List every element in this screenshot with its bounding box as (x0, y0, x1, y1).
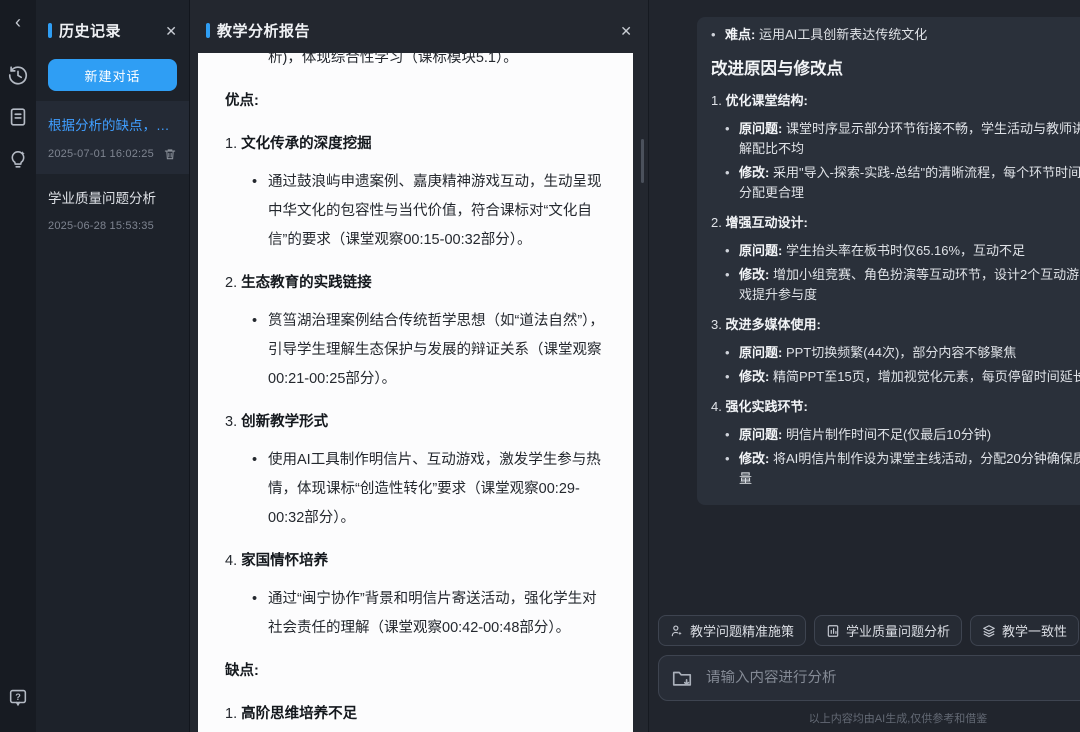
doc-chart-icon (826, 624, 840, 638)
doc-section-title: 1. 文化传承的深度挖掘 (225, 130, 609, 159)
history-item-title: 学业质量问题分析 (48, 187, 177, 207)
history-item-date: 2025-06-28 15:53:35 (48, 220, 154, 232)
new-chat-button[interactable]: 新建对话 (48, 59, 177, 91)
doc-cons-heading: 缺点: (225, 657, 609, 686)
message-bullet: •原问题: 课堂时序显示部分环节衔接不畅，学生活动与教师讲解配比不均 (725, 119, 1080, 159)
report-title: 教学分析报告 (217, 20, 310, 41)
history-item-title: 根据分析的缺点，… (48, 114, 177, 134)
doc-clipped-line: 析)，体现综合性学习（课标模块5.1）。 (225, 53, 609, 73)
upload-folder-icon[interactable] (671, 667, 693, 689)
message-point-title: 3. 改进多媒体使用: (711, 315, 1080, 335)
ai-message-bubble: • 难点: 运用AI工具创新表达传统文化 改进原因与修改点 1. 优化课堂结构:… (697, 17, 1080, 505)
collapse-back-icon[interactable]: ‹ (15, 12, 21, 32)
idea-bulb-icon[interactable] (7, 148, 29, 170)
doc-bullet: •筼筜湖治理案例结合传统哲学思想（如“道法自然”），引导学生理解生态保护与发展的… (252, 307, 609, 394)
action-quality-analysis-button[interactable]: 学业质量问题分析 (814, 615, 962, 646)
message-bullet: •修改: 精简PPT至15页，增加视觉化元素，每页停留时间延长 (725, 367, 1080, 387)
message-bullet: •修改: 采用"导入-探索-实践-总结"的清晰流程，每个环节时间分配更合理 (725, 163, 1080, 203)
history-clock-icon[interactable] (7, 64, 29, 86)
message-point-title: 1. 优化课堂结构: (711, 91, 1080, 111)
message-heading: 改进原因与修改点 (711, 57, 1080, 81)
report-body: 析)，体现综合性学习（课标模块5.1）。 优点: 1. 文化传承的深度挖掘 •通… (190, 53, 648, 732)
accent-bar (206, 23, 210, 38)
doc-section-title: 4. 家国情怀培养 (225, 547, 609, 576)
ai-disclaimer: 以上内容均由AI生成,仅供参考和借鉴 (649, 701, 1080, 732)
message-point-title: 2. 增强互动设计: (711, 213, 1080, 233)
history-panel: 历史记录 ✕ 新建对话 根据分析的缺点，… 2025-07-01 16:02:2… (36, 0, 190, 732)
doc-section-title: 1. 高阶思维培养不足 (225, 700, 609, 729)
action-teaching-precision-button[interactable]: 教学问题精准施策 (658, 615, 806, 646)
left-rail: ‹ ? (0, 0, 36, 732)
chat-scroll-area[interactable]: • 难点: 运用AI工具创新表达传统文化 改进原因与修改点 1. 优化课堂结构:… (649, 0, 1080, 605)
document-icon[interactable] (7, 106, 29, 128)
svg-text:?: ? (15, 692, 21, 702)
report-document: 析)，体现综合性学习（课标模块5.1）。 优点: 1. 文化传承的深度挖掘 •通… (198, 53, 633, 732)
doc-bullet: •通过鼓浪屿申遗案例、嘉庚精神游戏互动，生动呈现中华文化的包容性与当代价值，符合… (252, 168, 609, 255)
report-close-icon[interactable]: ✕ (620, 24, 632, 38)
layers-icon (982, 624, 996, 638)
report-header: 教学分析报告 ✕ (190, 0, 648, 53)
message-bullet: •修改: 增加小组竞赛、角色扮演等互动环节，设计2个互动游戏提升参与度 (725, 265, 1080, 305)
history-title: 历史记录 (59, 20, 121, 41)
doc-bullet: •通过“闽宁协作”背景和明信片寄送活动，强化学生对社会责任的理解（课堂观察00:… (252, 585, 609, 643)
history-item[interactable]: 根据分析的缺点，… 2025-07-01 16:02:25 (36, 101, 189, 174)
action-teaching-consistency-button[interactable]: 教学一致性 (970, 615, 1079, 646)
help-icon[interactable]: ? (7, 686, 29, 708)
chat-input-bar (658, 655, 1080, 701)
history-item[interactable]: 学业质量问题分析 2025-06-28 15:53:35 (36, 174, 189, 245)
delete-trash-icon[interactable] (163, 147, 177, 161)
doc-section-title: 3. 创新教学形式 (225, 408, 609, 437)
person-precision-icon (670, 624, 684, 638)
message-bullet: •修改: 将AI明信片制作设为课堂主线活动，分配20分钟确保质量 (725, 449, 1080, 489)
message-point-title: 4. 强化实践环节: (711, 397, 1080, 417)
doc-pros-heading: 优点: (225, 87, 609, 116)
doc-bullet: •使用AI工具制作明信片、互动游戏，激发学生参与热情，体现课标“创造性转化”要求… (252, 446, 609, 533)
history-close-icon[interactable]: ✕ (165, 24, 177, 38)
quick-actions-bar: 教学问题精准施策 学业质量问题分析 教学一致性 更多 (649, 605, 1080, 646)
message-bullet: • 难点: 运用AI工具创新表达传统文化 (711, 25, 1080, 45)
message-bullet: •原问题: PPT切换频繁(44次)，部分内容不够聚焦 (725, 343, 1080, 363)
doc-section-title: 2. 生态教育的实践链接 (225, 269, 609, 298)
report-panel: 教学分析报告 ✕ 析)，体现综合性学习（课标模块5.1）。 优点: 1. 文化传… (190, 0, 649, 732)
chat-panel: • 难点: 运用AI工具创新表达传统文化 改进原因与修改点 1. 优化课堂结构:… (649, 0, 1080, 732)
analysis-input[interactable] (706, 670, 1080, 686)
history-header: 历史记录 ✕ (36, 0, 189, 53)
accent-bar (48, 23, 52, 38)
message-bullet: •原问题: 学生抬头率在板书时仅65.16%，互动不足 (725, 241, 1080, 261)
report-scrollbar-thumb[interactable] (641, 139, 644, 183)
message-bullet: •原问题: 明信片制作时间不足(仅最后10分钟) (725, 425, 1080, 445)
history-item-date: 2025-07-01 16:02:25 (48, 148, 154, 160)
